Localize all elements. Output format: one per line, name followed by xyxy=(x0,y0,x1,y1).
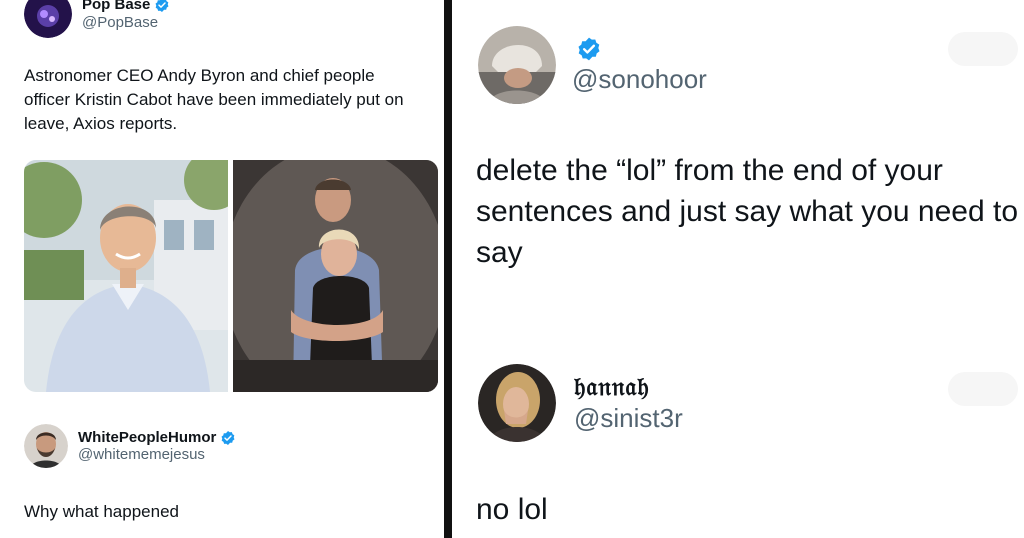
sonohoor-avatar[interactable] xyxy=(478,26,556,104)
popbase-tweet-header: Pop Base @PopBase xyxy=(24,0,170,38)
popbase-handle[interactable]: @PopBase xyxy=(82,13,170,32)
hannah-tweet-text: no lol xyxy=(476,493,548,526)
panel-divider xyxy=(444,0,452,538)
hannah-handle[interactable]: @sinist3r xyxy=(574,402,683,434)
popbase-names: Pop Base @PopBase xyxy=(82,0,170,32)
follow-button[interactable] xyxy=(948,372,1018,406)
whitepeoplehumor-tweet-text: Why what happened xyxy=(24,502,179,521)
popbase-display-name[interactable]: Pop Base xyxy=(82,0,150,13)
whitepeoplehumor-tweet-header: WhitePeopleHumor @whitememejesus xyxy=(24,424,236,468)
sonohoor-names: @sonohoor xyxy=(572,35,707,95)
hannah-display-name[interactable]: 𝔥𝔞𝔫𝔫𝔞𝔥 xyxy=(574,372,683,402)
verified-badge-icon xyxy=(154,0,170,13)
tweet-photo-headshot[interactable] xyxy=(24,160,228,392)
tweet-photo-concert[interactable] xyxy=(233,160,438,392)
whitepeoplehumor-handle[interactable]: @whitememejesus xyxy=(78,446,236,463)
right-screenshot-panel: @sonohoor delete the “lol” from the end … xyxy=(452,0,1024,538)
hannah-names: 𝔥𝔞𝔫𝔫𝔞𝔥 @sinist3r xyxy=(574,372,683,434)
sonohoor-tweet-header: @sonohoor xyxy=(478,26,707,104)
whitepeoplehumor-names: WhitePeopleHumor @whitememejesus xyxy=(78,429,236,463)
follow-button[interactable] xyxy=(948,32,1018,66)
hannah-tweet-header: 𝔥𝔞𝔫𝔫𝔞𝔥 @sinist3r xyxy=(478,364,683,442)
verified-badge-icon xyxy=(220,430,236,446)
sonohoor-tweet-text: delete the “lol” from the end of your se… xyxy=(476,154,1019,269)
hannah-avatar[interactable] xyxy=(478,364,556,442)
left-screenshot-panel: Pop Base @PopBase Astronomer CEO Andy By… xyxy=(0,0,444,538)
popbase-avatar[interactable] xyxy=(24,0,72,38)
whitepeoplehumor-avatar[interactable] xyxy=(24,424,68,468)
whitepeoplehumor-display-name[interactable]: WhitePeopleHumor xyxy=(78,429,216,446)
verified-badge-icon xyxy=(576,36,602,62)
popbase-tweet-text: Astronomer CEO Andy Byron and chief peop… xyxy=(24,66,404,133)
sonohoor-handle[interactable]: @sonohoor xyxy=(572,63,707,95)
